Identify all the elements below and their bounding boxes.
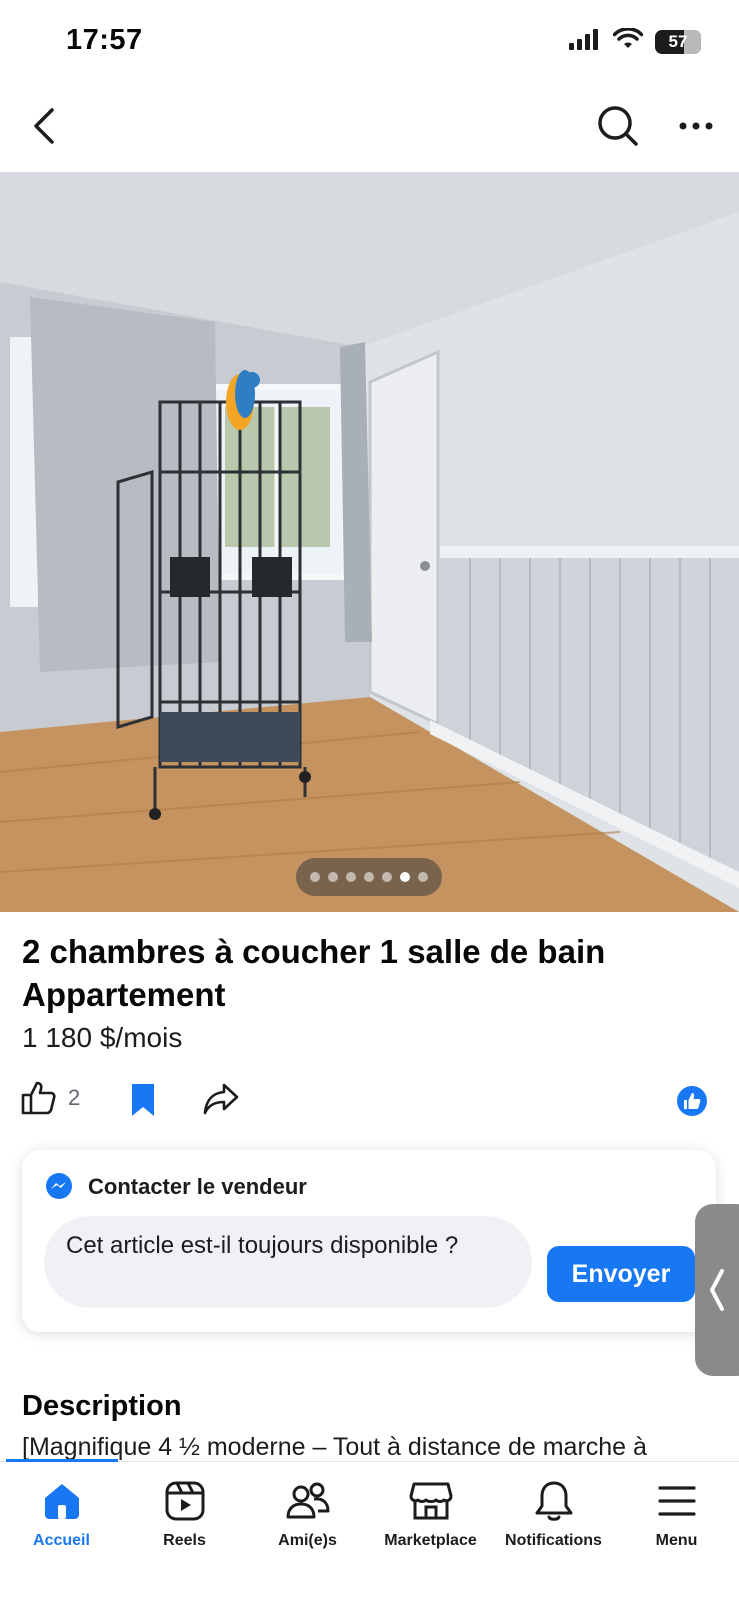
thumbs-up-icon bbox=[21, 1081, 56, 1115]
like-button[interactable]: 2 bbox=[20, 1080, 80, 1116]
bookmark-icon bbox=[132, 1084, 154, 1116]
wifi-icon bbox=[612, 27, 644, 55]
tab-notifications[interactable]: Notifications bbox=[492, 1478, 615, 1558]
like-reaction-badge[interactable] bbox=[677, 1086, 707, 1116]
send-button[interactable]: Envoyer bbox=[547, 1246, 695, 1302]
status-icons: 57 bbox=[569, 27, 701, 55]
more-options-button[interactable] bbox=[674, 106, 718, 146]
pager-dot[interactable] bbox=[418, 872, 428, 882]
tab-label: Accueil bbox=[33, 1532, 90, 1549]
friends-icon bbox=[286, 1478, 330, 1524]
room-photo-illustration bbox=[0, 172, 739, 912]
home-icon bbox=[41, 1478, 83, 1524]
signal-icon bbox=[569, 28, 601, 55]
pager-dot[interactable] bbox=[382, 872, 392, 882]
pager-dot[interactable] bbox=[400, 872, 410, 882]
bottom-tab-bar: Accueil Reels Ami(e)s Marketplace Notifi… bbox=[0, 1459, 739, 1600]
tab-label: Notifications bbox=[505, 1532, 602, 1549]
pager-dot[interactable] bbox=[310, 872, 320, 882]
like-count: 2 bbox=[68, 1085, 81, 1110]
marketplace-icon bbox=[409, 1478, 453, 1524]
tab-accueil[interactable]: Accueil bbox=[0, 1478, 123, 1558]
messenger-icon bbox=[46, 1173, 72, 1199]
status-bar: 17:57 57 bbox=[0, 0, 739, 84]
back-chevron-icon bbox=[34, 108, 54, 144]
contact-header: Contacter le vendeur bbox=[44, 1172, 307, 1202]
more-horizontal-icon bbox=[679, 122, 713, 130]
listing-title: 2 chambres à coucher 1 salle de bain App… bbox=[22, 933, 606, 1013]
contact-title: Contacter le vendeur bbox=[88, 1174, 307, 1199]
thumbs-up-filled-icon bbox=[684, 1093, 701, 1109]
message-input[interactable]: Cet article est-il toujours disponible ? bbox=[44, 1216, 532, 1308]
nav-bar bbox=[0, 84, 739, 172]
reels-icon bbox=[164, 1478, 206, 1524]
tab-label: Ami(e)s bbox=[278, 1532, 337, 1549]
listing-actions: 2 bbox=[0, 1078, 739, 1124]
search-icon bbox=[598, 106, 638, 146]
tab-reels[interactable]: Reels bbox=[123, 1478, 246, 1558]
bell-icon bbox=[534, 1478, 574, 1524]
save-button[interactable] bbox=[128, 1082, 158, 1123]
search-button[interactable] bbox=[594, 102, 642, 150]
tab-label: Marketplace bbox=[384, 1532, 477, 1549]
battery-level: 57 bbox=[668, 31, 688, 51]
back-button[interactable] bbox=[24, 104, 64, 148]
status-time: 17:57 bbox=[66, 24, 143, 56]
pager-dot[interactable] bbox=[328, 872, 338, 882]
pager-dot[interactable] bbox=[364, 872, 374, 882]
pager-dot[interactable] bbox=[346, 872, 356, 882]
tab-label: Reels bbox=[163, 1532, 206, 1549]
tab-menu[interactable]: Menu bbox=[615, 1478, 738, 1558]
share-button[interactable] bbox=[202, 1082, 240, 1121]
photo-pager[interactable] bbox=[296, 858, 442, 896]
side-panel-handle[interactable] bbox=[695, 1204, 739, 1376]
tab-amis[interactable]: Ami(e)s bbox=[246, 1478, 369, 1558]
tab-label: Menu bbox=[655, 1532, 698, 1549]
listing-price: 1 180 $/mois bbox=[22, 1022, 183, 1053]
tab-marketplace[interactable]: Marketplace bbox=[369, 1478, 492, 1558]
active-tab-indicator bbox=[6, 1459, 118, 1462]
description-heading: Description bbox=[22, 1390, 182, 1422]
share-icon bbox=[203, 1083, 239, 1115]
chevron-left-icon bbox=[710, 1269, 724, 1311]
contact-seller-card: Contacter le vendeur Cet article est-il … bbox=[22, 1150, 716, 1332]
menu-icon bbox=[657, 1478, 697, 1524]
battery-icon: 57 bbox=[655, 29, 701, 54]
description-text: [Magnifique 4 ½ moderne – Tout à distanc… bbox=[22, 1433, 647, 1461]
listing-photo[interactable] bbox=[0, 172, 739, 912]
